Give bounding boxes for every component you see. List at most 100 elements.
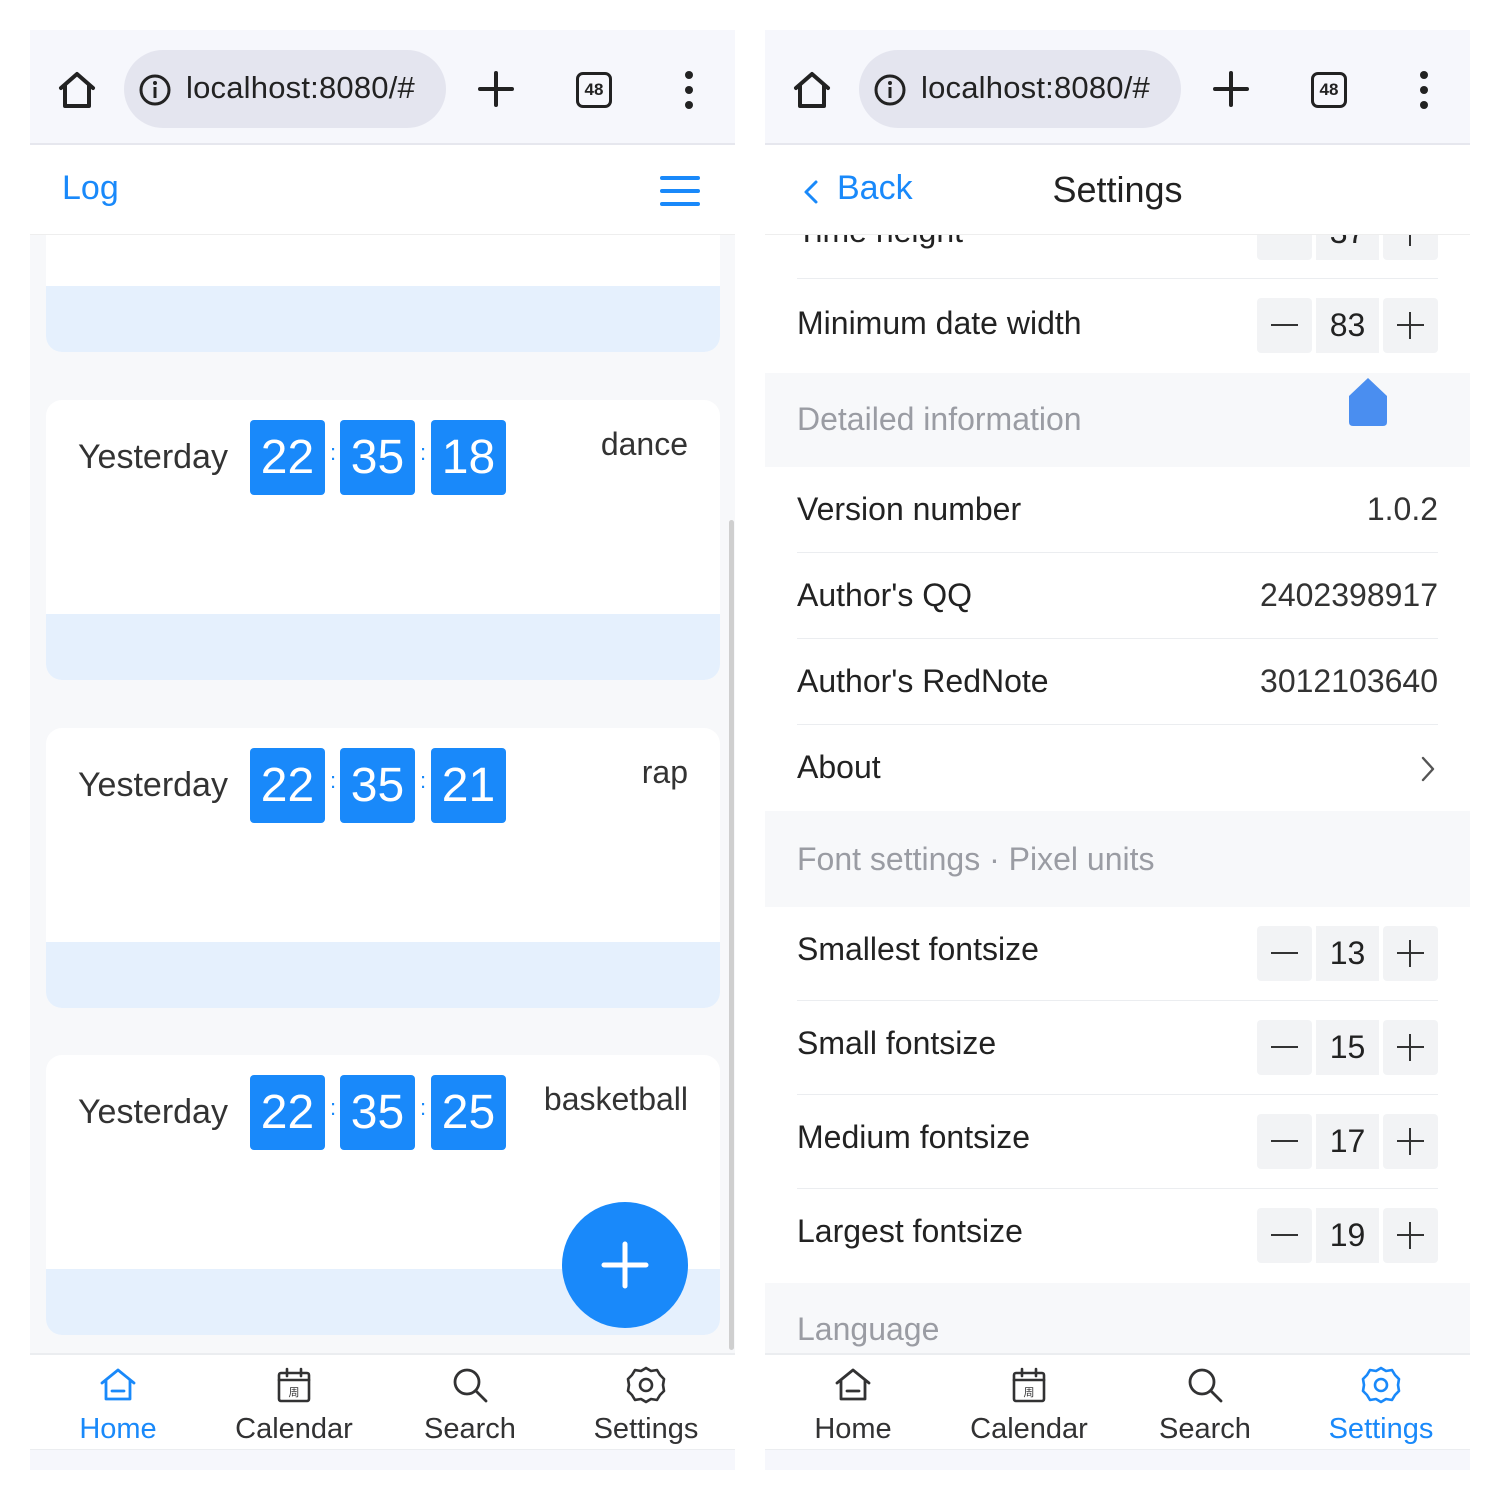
increment-button[interactable] — [1383, 1114, 1438, 1169]
settings-row-qq: Author's QQ 2402398917 — [765, 553, 1470, 639]
entry-hour: 22 — [250, 420, 325, 495]
more-vert-icon[interactable] — [682, 70, 696, 110]
row-label: Time height — [797, 235, 963, 250]
tab-home[interactable]: Home — [765, 1355, 941, 1452]
card-band — [46, 942, 720, 1008]
log-screen: localhost:8080/# 48 Log Yesterday 22 : 3… — [30, 30, 735, 1470]
search-icon — [453, 1368, 488, 1403]
row-value: 1.0.2 — [1366, 491, 1438, 527]
group-title-text: Font settings · Pixel units — [797, 841, 1155, 877]
address-bar[interactable]: localhost:8080/# — [859, 50, 1181, 128]
entry-hour: 22 — [250, 1075, 325, 1150]
fontsize-stepper: 15 — [1257, 1020, 1438, 1075]
add-entry-button[interactable] — [562, 1202, 688, 1328]
entry-second: 25 — [431, 1075, 506, 1150]
app-header: Back Settings — [765, 147, 1470, 235]
tab-label: Settings — [593, 1413, 699, 1445]
more-vert-icon[interactable] — [1417, 70, 1431, 110]
fontsize-stepper: 13 — [1257, 926, 1438, 981]
increment-button[interactable] — [1383, 1020, 1438, 1075]
log-card[interactable]: Yesterday 22 : 35 : 21 rap — [46, 728, 720, 1008]
row-value: 3012103640 — [1260, 663, 1438, 699]
entry-second: 18 — [431, 420, 506, 495]
log-card-partial[interactable] — [46, 235, 720, 352]
decrement-button[interactable] — [1257, 235, 1312, 260]
svg-text:周: 周 — [289, 1386, 300, 1399]
row-label: Author's RedNote — [797, 663, 1049, 699]
decrement-button[interactable] — [1257, 1020, 1312, 1075]
entry-minute: 35 — [340, 748, 415, 823]
tab-switcher-button[interactable]: 48 — [576, 72, 612, 108]
time-separator: : — [329, 1095, 337, 1120]
entry-second: 21 — [431, 748, 506, 823]
tab-calendar[interactable]: 周 Calendar — [206, 1355, 382, 1452]
home-icon[interactable] — [790, 68, 834, 112]
tab-search[interactable]: Search — [382, 1355, 558, 1452]
stepper-value[interactable]: 17 — [1316, 1114, 1379, 1169]
tab-label: Settings — [1328, 1413, 1434, 1445]
settings-row-time-height: Time height 37 — [765, 235, 1470, 279]
tab-search[interactable]: Search — [1117, 1355, 1293, 1452]
decrement-button[interactable] — [1257, 1208, 1312, 1263]
time-separator: : — [329, 768, 337, 793]
calendar-icon: 周 — [1012, 1367, 1046, 1403]
settings-row-rednote: Author's RedNote 3012103640 — [765, 639, 1470, 725]
new-tab-icon[interactable] — [1212, 70, 1250, 108]
settings-row-version: Version number 1.0.2 — [765, 467, 1470, 553]
settings-list[interactable]: Time height 37 Minimum date width 83 Det… — [765, 235, 1470, 1353]
stepper-value[interactable]: 83 — [1316, 298, 1379, 353]
new-tab-icon[interactable] — [477, 70, 515, 108]
increment-button[interactable] — [1383, 235, 1438, 260]
address-bar[interactable]: localhost:8080/# — [124, 50, 446, 128]
card-band — [46, 286, 720, 352]
row-label: Largest fontsize — [797, 1213, 1023, 1249]
entry-tag: dance — [600, 426, 688, 462]
tab-switcher-button[interactable]: 48 — [1311, 72, 1347, 108]
tab-label: Search — [1159, 1413, 1251, 1445]
info-icon[interactable] — [138, 73, 172, 107]
url-text: localhost:8080/# — [186, 70, 415, 105]
time-separator: : — [419, 768, 427, 793]
fontsize-stepper: 17 — [1257, 1114, 1438, 1169]
row-label: Version number — [797, 491, 1022, 527]
row-label: About — [797, 749, 881, 785]
browser-toolbar: localhost:8080/# 48 — [30, 30, 735, 145]
settings-row-about[interactable]: About — [765, 725, 1470, 811]
settings-row-font: Medium fontsize 17 — [765, 1095, 1470, 1189]
stepper-value[interactable]: 15 — [1316, 1020, 1379, 1075]
log-list[interactable]: Yesterday 22 : 35 : 18 dance Yesterday 2… — [30, 235, 735, 1353]
home-icon[interactable] — [55, 68, 99, 112]
home-icon — [835, 1368, 871, 1401]
scrollbar[interactable] — [729, 520, 734, 1350]
decrement-button[interactable] — [1257, 926, 1312, 981]
entry-day: Yesterday — [78, 438, 228, 476]
search-icon — [1188, 1368, 1223, 1403]
tab-settings[interactable]: Settings — [558, 1355, 734, 1452]
group-title-text: Language — [797, 1311, 940, 1347]
tab-calendar[interactable]: 周 Calendar — [941, 1355, 1117, 1452]
decrement-button[interactable] — [1257, 1114, 1312, 1169]
increment-button[interactable] — [1383, 298, 1438, 353]
text-cursor-handle-icon[interactable] — [1349, 378, 1387, 426]
stepper-value[interactable]: 13 — [1316, 926, 1379, 981]
row-label: Small fontsize — [797, 1025, 997, 1061]
row-label: Smallest fontsize — [797, 931, 1039, 967]
stepper-value[interactable]: 37 — [1316, 235, 1379, 260]
info-icon[interactable] — [873, 73, 907, 107]
fontsize-stepper: 19 — [1257, 1208, 1438, 1263]
increment-button[interactable] — [1383, 926, 1438, 981]
settings-row-font: Smallest fontsize 13 — [765, 907, 1470, 1001]
page-title: Settings — [1052, 169, 1183, 210]
group-title-language: Language — [765, 1283, 1470, 1353]
log-card[interactable]: Yesterday 22 : 35 : 18 dance — [46, 400, 720, 680]
decrement-button[interactable] — [1257, 298, 1312, 353]
plus-icon — [601, 1241, 649, 1289]
tab-home[interactable]: Home — [30, 1355, 206, 1452]
settings-row-font: Largest fontsize 19 — [765, 1189, 1470, 1283]
tab-settings[interactable]: Settings — [1293, 1355, 1469, 1452]
system-nav-area — [30, 1450, 735, 1470]
row-label: Minimum date width — [797, 305, 1082, 341]
stepper-value[interactable]: 19 — [1316, 1208, 1379, 1263]
increment-button[interactable] — [1383, 1208, 1438, 1263]
menu-icon[interactable] — [660, 175, 700, 207]
